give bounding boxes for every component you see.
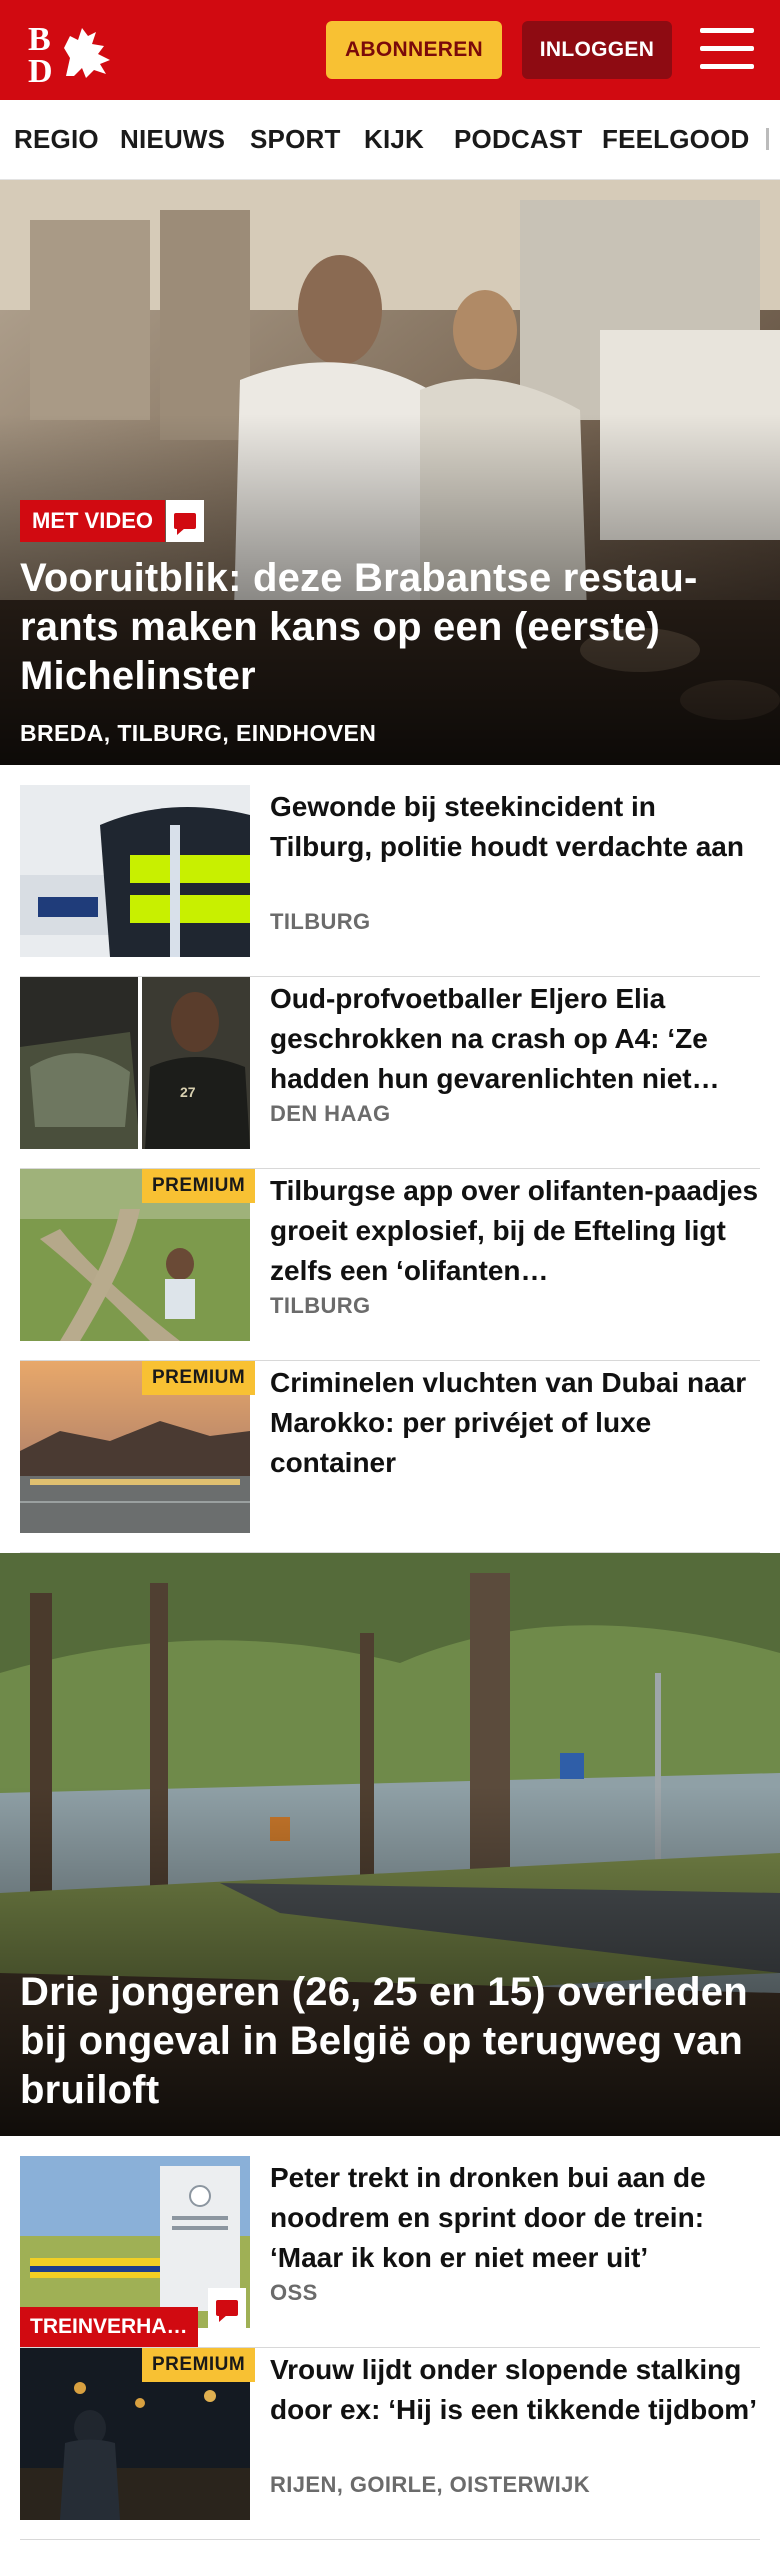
article-location: DEN HAAG bbox=[270, 1101, 391, 1126]
comment-icon bbox=[166, 500, 204, 542]
nav-overflow-divider bbox=[766, 128, 769, 150]
login-button[interactable]: INLOGGEN bbox=[522, 21, 672, 79]
nav-item-regio[interactable]: REGIO bbox=[14, 124, 99, 155]
bd-logo[interactable]: B D bbox=[26, 18, 118, 84]
nav-item-kijk[interactable]: KIJK bbox=[364, 124, 424, 155]
article-location: TILBURG bbox=[270, 1293, 371, 1318]
premium-badge: PREMIUM bbox=[142, 1361, 256, 1395]
svg-text:27: 27 bbox=[180, 1084, 196, 1100]
list-item[interactable]: PREMIUM Vrouw lijdt onder slopende stalk… bbox=[20, 2348, 760, 2540]
list-item[interactable]: PREMIUM Criminelen vluchten van Dubai na… bbox=[20, 1361, 760, 1553]
article-thumbnail: 27 bbox=[20, 977, 250, 1149]
category-badge: TREINVERHA… bbox=[20, 2307, 198, 2347]
list-item[interactable]: TREINVERHA… Peter trekt in dronken bui a… bbox=[20, 2156, 760, 2348]
nav-item-nieuws[interactable]: NIEUWS bbox=[120, 124, 225, 155]
article-title[interactable]: Tilburgse app over olifanten-paadjes gro… bbox=[270, 1171, 760, 1291]
menu-icon[interactable] bbox=[700, 26, 754, 72]
list-item[interactable]: 27 Oud-profvoetballer Eljero Elia geschr… bbox=[20, 977, 760, 1169]
article-title[interactable]: Peter trekt in dronken bui aan de noodre… bbox=[270, 2158, 760, 2278]
video-badge: MET VIDEO bbox=[20, 500, 166, 542]
nav-item-sport[interactable]: SPORT bbox=[250, 124, 341, 155]
section-nav: REGIO NIEUWS SPORT KIJK PODCAST FEELGOOD bbox=[0, 100, 780, 180]
article-location: RIJEN, GOIRLE, OISTERWIJK bbox=[270, 2472, 591, 2497]
hero-article-michelin[interactable]: MET VIDEO Vooruitblik: deze Brabantse re… bbox=[0, 180, 780, 765]
svg-text:D: D bbox=[28, 53, 53, 84]
article-title[interactable]: Criminelen vluchten van Dubai naar Marok… bbox=[270, 1363, 760, 1483]
article-title[interactable]: Vrouw lijdt onder slopende stalking door… bbox=[270, 2350, 760, 2430]
nav-item-feelgood[interactable]: FEELGOOD bbox=[602, 124, 750, 155]
article-title[interactable]: Gewonde bij steekincident in Tilburg, po… bbox=[270, 787, 760, 867]
premium-badge: PREMIUM bbox=[142, 1169, 256, 1203]
article-title[interactable]: Oud-profvoetballer Eljero Elia geschrokk… bbox=[270, 979, 760, 1099]
nav-item-podcast[interactable]: PODCAST bbox=[454, 124, 583, 155]
hero-location: BREDA, TILBURG, EINDHOVEN bbox=[20, 720, 377, 746]
subscribe-button[interactable]: ABONNEREN bbox=[326, 21, 502, 79]
hero-title[interactable]: Drie jongeren (26, 25 en 15) overleden b… bbox=[20, 1968, 760, 2115]
hero-article-ongeval[interactable]: Drie jongeren (26, 25 en 15) overleden b… bbox=[0, 1553, 780, 2136]
article-location: TILBURG bbox=[270, 909, 371, 934]
premium-badge: PREMIUM bbox=[142, 2348, 256, 2382]
list-item[interactable]: Gewonde bij steekincident in Tilburg, po… bbox=[20, 785, 760, 977]
article-thumbnail bbox=[20, 785, 250, 957]
comment-icon bbox=[208, 2288, 246, 2328]
top-header: B D ABONNEREN INLOGGEN bbox=[0, 0, 780, 100]
hero-title[interactable]: Vooruitblik: deze Brabantse restau-rants… bbox=[20, 554, 760, 701]
list-item[interactable]: PREMIUM Tilburgse app over olifanten-paa… bbox=[20, 1169, 760, 1361]
article-location: OSS bbox=[270, 2280, 318, 2305]
